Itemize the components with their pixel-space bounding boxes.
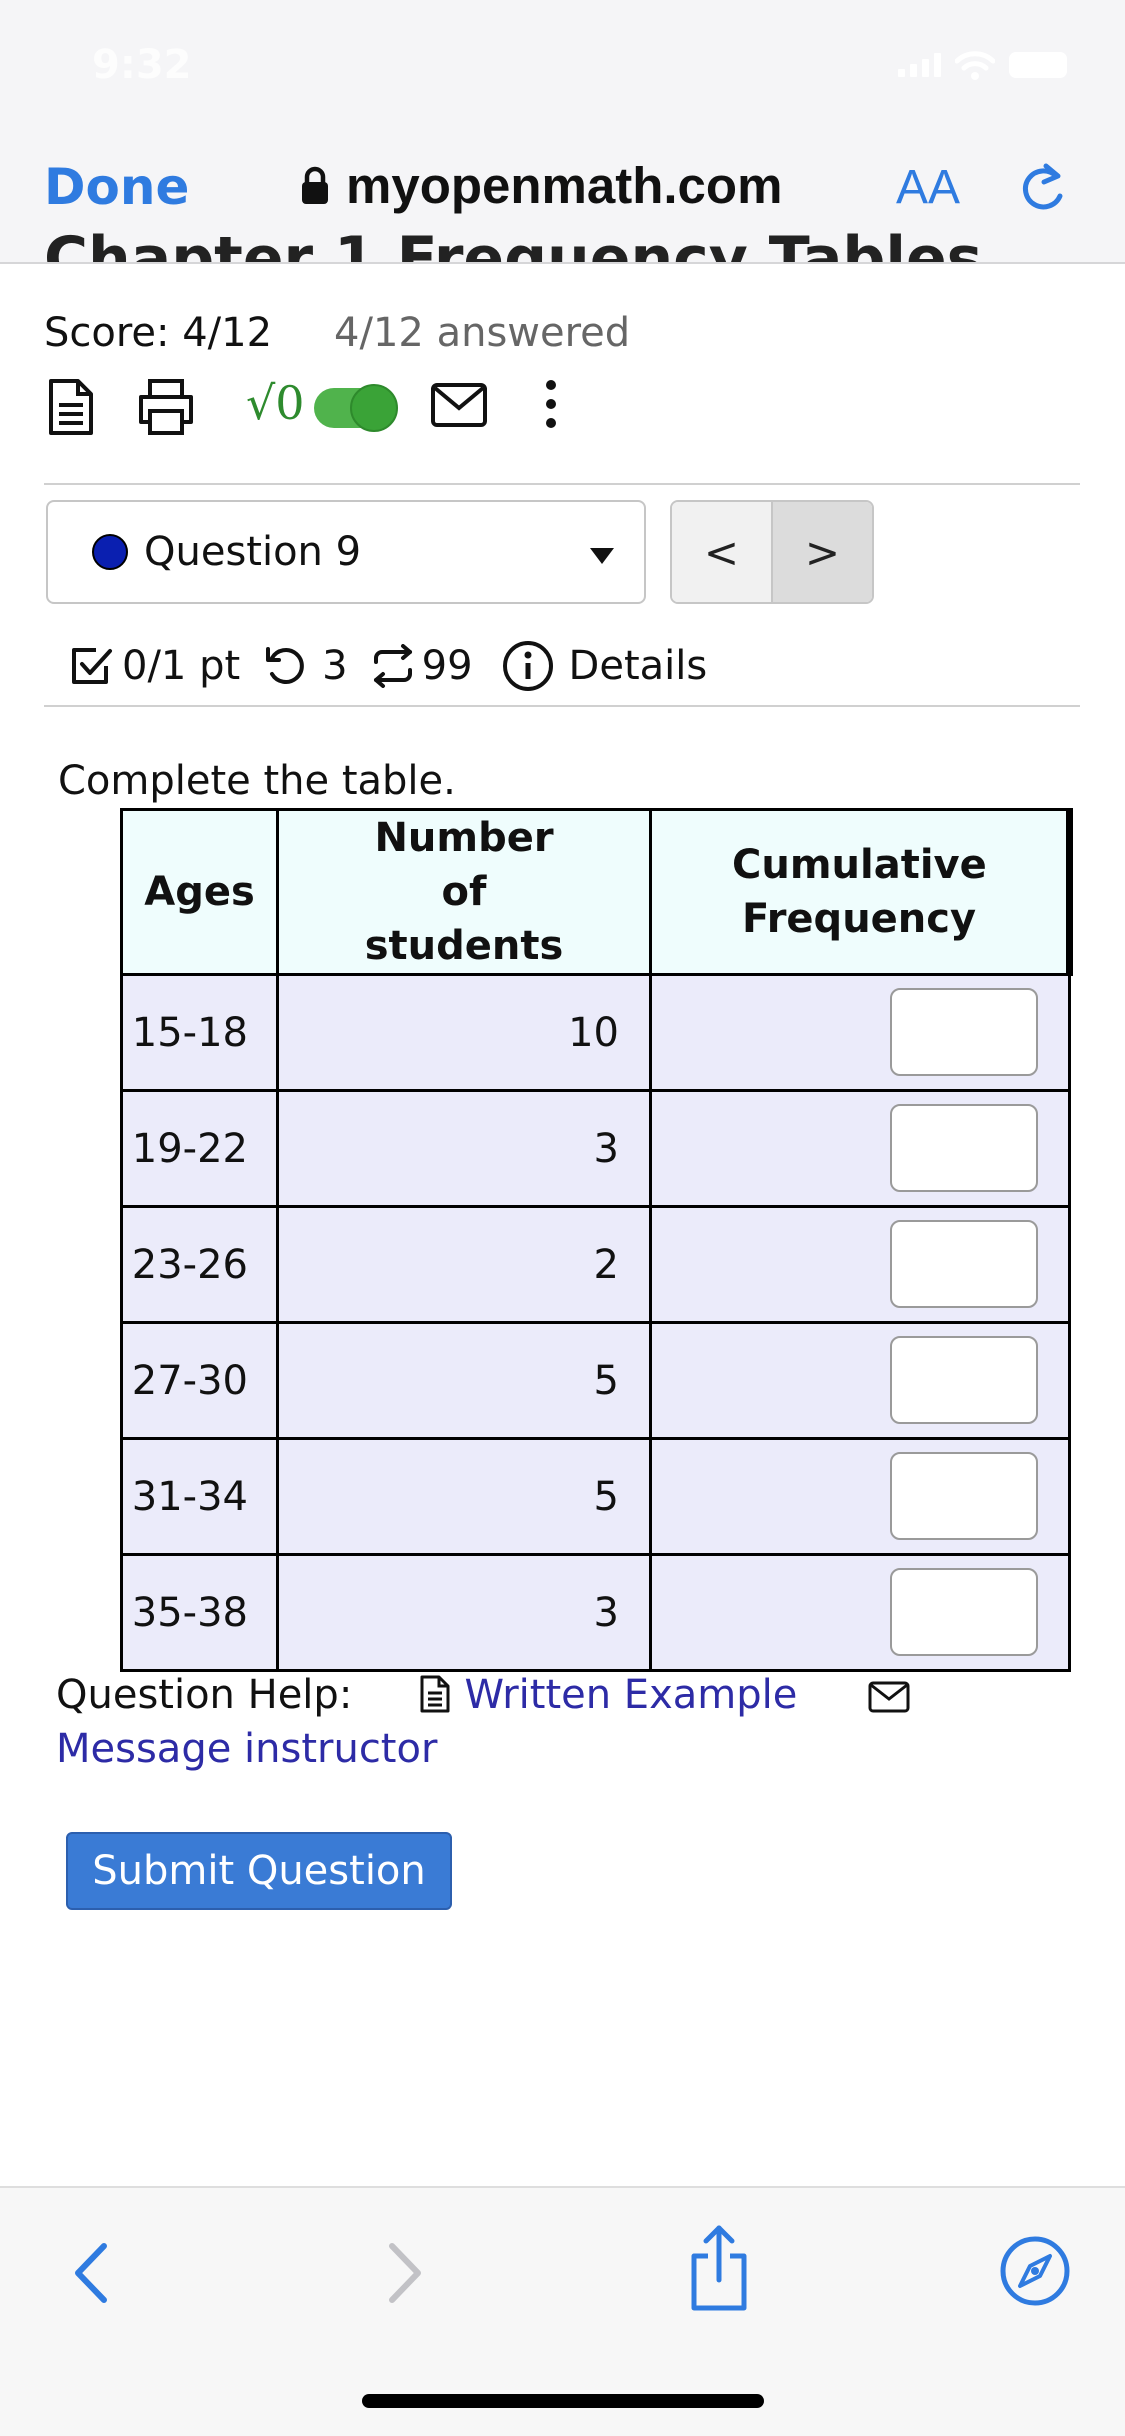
- regenerate-icon: [373, 644, 412, 688]
- status-time: 9:32: [92, 42, 192, 88]
- cumulative-cell: [649, 1437, 1071, 1556]
- divider: [44, 705, 1080, 707]
- question-help: Question Help: Written Example Message i…: [56, 1668, 1066, 1776]
- cumulative-input[interactable]: [890, 1568, 1038, 1656]
- header-cumulative-frequency: Cumulative Frequency: [649, 808, 1073, 976]
- written-example-label: Written Example: [464, 1672, 798, 1718]
- count-cell: 10: [276, 973, 652, 1092]
- cumulative-input[interactable]: [890, 1452, 1038, 1540]
- checkbox-icon: [72, 648, 112, 684]
- written-example-link[interactable]: Written Example: [418, 1672, 810, 1718]
- cumulative-cell: [649, 973, 1071, 1092]
- cumulative-cell: [649, 1089, 1071, 1208]
- table-row: 31-34 5: [120, 1437, 1071, 1556]
- math-entry-toggle[interactable]: [314, 384, 398, 432]
- reload-icon: [1022, 163, 1063, 210]
- cumulative-input[interactable]: [890, 1220, 1038, 1308]
- mail-icon: [868, 1681, 910, 1713]
- divider: [44, 483, 1080, 485]
- address-bar[interactable]: myopenmath.com: [300, 156, 782, 215]
- cumulative-cell: [649, 1205, 1071, 1324]
- table-row: 19-22 3: [120, 1089, 1071, 1208]
- frequency-table: Ages Number of students Cumulative Frequ…: [120, 808, 1073, 1672]
- question-status-dot: [92, 534, 128, 570]
- caret-down-icon: [590, 548, 614, 564]
- compass-icon[interactable]: [998, 2234, 1072, 2308]
- forward-icon[interactable]: [380, 2238, 430, 2308]
- status-icons: [898, 50, 1067, 80]
- question-instruction: Complete the table.: [58, 758, 456, 804]
- back-icon[interactable]: [66, 2238, 116, 2308]
- battery-icon: [1009, 52, 1067, 78]
- signal-icon: [898, 53, 941, 77]
- count-cell: 2: [276, 1205, 652, 1324]
- cumulative-input[interactable]: [890, 988, 1038, 1076]
- info-icon[interactable]: [501, 639, 555, 693]
- count-cell: 3: [276, 1089, 652, 1208]
- question-select[interactable]: Question 9: [46, 500, 646, 604]
- header-ages: Ages: [120, 808, 279, 976]
- question-nav: < >: [670, 500, 874, 604]
- table-row: 15-18 10: [120, 973, 1071, 1092]
- table-row: 23-26 2: [120, 1205, 1071, 1324]
- lock-icon: [302, 166, 328, 204]
- math-entry-label: √0: [246, 376, 305, 430]
- age-cell: 19-22: [120, 1089, 279, 1208]
- message-instructor-label: Message instructor: [56, 1726, 438, 1772]
- retries-count: 3: [322, 643, 348, 689]
- age-cell: 23-26: [120, 1205, 279, 1324]
- retry-icon: [266, 647, 305, 684]
- count-cell: 3: [276, 1553, 652, 1672]
- assignment-title: Chapter 1 Frequency Tables: [44, 224, 983, 264]
- table-row: 27-30 5: [120, 1321, 1071, 1440]
- details-link[interactable]: Details: [569, 643, 708, 689]
- age-cell: 27-30: [120, 1321, 279, 1440]
- count-cell: 5: [276, 1437, 652, 1556]
- url-text: myopenmath.com: [346, 157, 783, 214]
- answered-text: 4/12 answered: [334, 310, 631, 356]
- question-help-label: Question Help:: [56, 1672, 353, 1718]
- question-select-label: Question 9: [144, 529, 362, 575]
- done-button[interactable]: Done: [44, 158, 189, 216]
- age-cell: 35-38: [120, 1553, 279, 1672]
- table-row: 35-38 3: [120, 1553, 1071, 1672]
- kebab-icon[interactable]: [546, 380, 556, 428]
- cumulative-cell: [649, 1321, 1071, 1440]
- cumulative-input[interactable]: [890, 1336, 1038, 1424]
- header-number-of-students: Number of students: [276, 808, 652, 976]
- text-size-button[interactable]: AA: [896, 160, 960, 215]
- points-text: 0/1 pt: [122, 643, 241, 689]
- count-cell: 5: [276, 1321, 652, 1440]
- submit-question-button[interactable]: Submit Question: [66, 1832, 452, 1910]
- printer-icon[interactable]: [136, 378, 196, 440]
- share-icon[interactable]: [686, 2224, 752, 2312]
- score-text: Score: 4/12: [44, 310, 273, 356]
- mail-icon[interactable]: [430, 382, 488, 432]
- cumulative-input[interactable]: [890, 1104, 1038, 1192]
- home-indicator: [362, 2394, 764, 2408]
- document-icon[interactable]: [46, 378, 96, 440]
- prev-question-button[interactable]: <: [672, 502, 773, 602]
- document-icon: [420, 1675, 450, 1713]
- question-meta: 0/1 pt 3 99 Details: [70, 636, 707, 696]
- cumulative-cell: [649, 1553, 1071, 1672]
- age-cell: 15-18: [120, 973, 279, 1092]
- next-question-button[interactable]: >: [773, 502, 872, 602]
- regens-count: 99: [421, 643, 473, 689]
- score-row: Score: 4/12 4/12 answered: [44, 310, 630, 356]
- reload-button[interactable]: [1016, 160, 1070, 220]
- browser-top-bar: 9:32 Chapter 1 Frequency Tables Done myo…: [0, 0, 1125, 264]
- age-cell: 31-34: [120, 1437, 279, 1556]
- wifi-icon: [955, 51, 995, 80]
